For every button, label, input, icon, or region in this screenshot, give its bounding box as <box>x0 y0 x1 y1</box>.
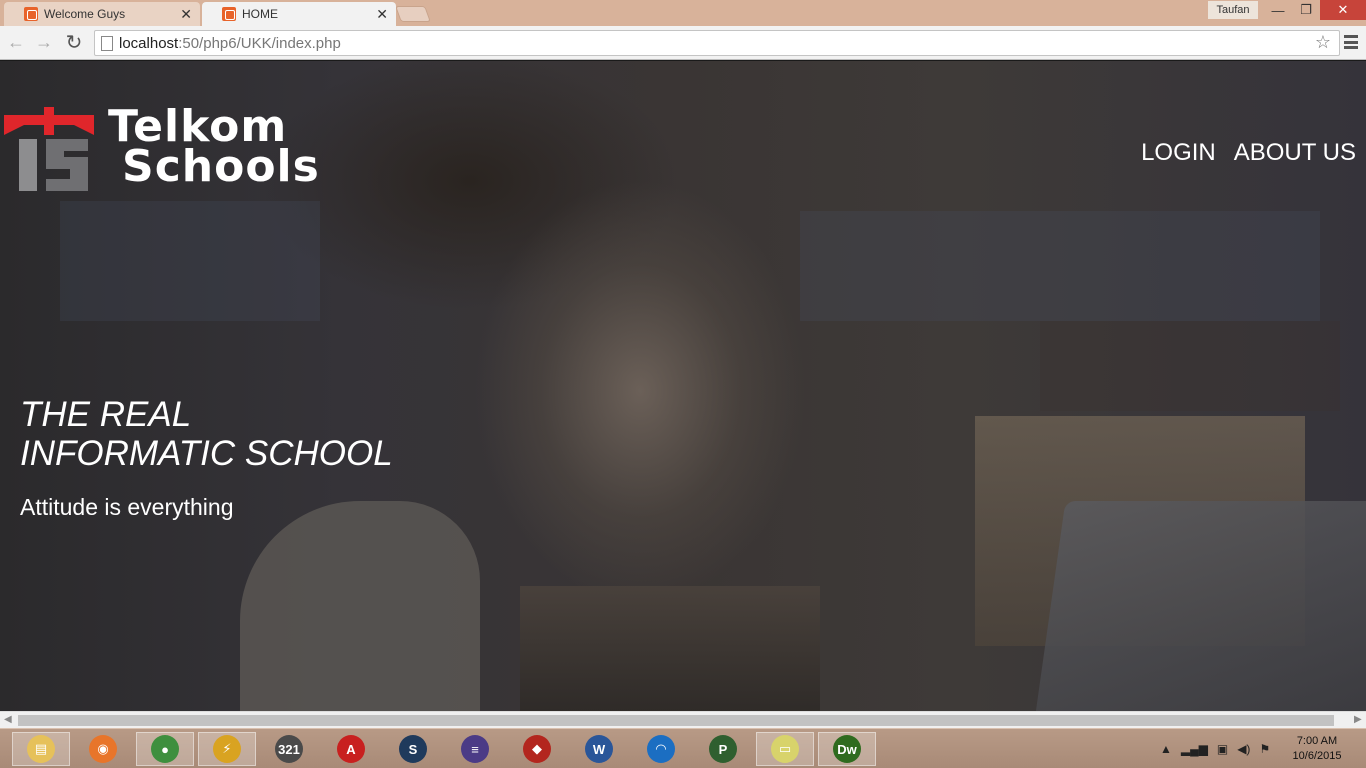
xampp-favicon-icon <box>24 7 38 21</box>
window-close-icon[interactable]: ✕ <box>1320 0 1366 20</box>
browser-titlebar: Welcome Guys ✕ HOME ✕ Taufan — ❐ ✕ <box>0 0 1366 26</box>
scrollbar-thumb[interactable] <box>18 715 1334 726</box>
hero-section: Telkom Schools LOGIN ABOUT US THE REAL I… <box>0 61 1366 711</box>
hero-title-line-1: THE REAL <box>20 395 192 434</box>
browser-toolbar: ← → ↻ localhost:50/php6/UKK/index.php ☆ <box>0 26 1366 60</box>
eclipse-icon: ≡ <box>461 735 489 763</box>
horizontal-scrollbar[interactable]: ◀ ▶ <box>0 711 1366 728</box>
tab-welcome-guys[interactable]: Welcome Guys ✕ <box>4 2 200 26</box>
logo-line-2: Schools <box>122 141 320 192</box>
telkom-logo-icon <box>4 107 94 191</box>
minimize-icon[interactable]: — <box>1264 0 1292 20</box>
volume-icon[interactable]: ◀) <box>1237 742 1250 756</box>
hero-subtitle: Attitude is everything <box>20 494 234 520</box>
hero-title-line-2: INFORMATIC SCHOOL <box>20 434 393 473</box>
clock-date: 10/6/2015 <box>1292 750 1342 762</box>
taskbar-app-button[interactable]: ≡ <box>446 732 504 766</box>
taskbar-app-button[interactable]: ◠ <box>632 732 690 766</box>
taskbar-app-button[interactable]: ● <box>136 732 194 766</box>
hero-title: THE REAL INFORMATIC SCHOOL <box>20 395 393 473</box>
steam-icon: S <box>399 735 427 763</box>
chrome-icon: ● <box>151 735 179 763</box>
clock-time: 7:00 AM <box>1296 735 1338 747</box>
sticky-notes-icon: ▭ <box>771 735 799 763</box>
restore-icon[interactable]: ❐ <box>1292 0 1320 20</box>
xampp-favicon-icon <box>222 7 236 21</box>
url-path: :50/php6/UKK/index.php <box>178 34 341 52</box>
network-status-icon[interactable]: ▣ <box>1217 742 1228 756</box>
bookmark-star-icon[interactable]: ☆ <box>1315 32 1331 53</box>
scroll-left-icon[interactable]: ◀ <box>4 714 12 725</box>
scroll-right-icon[interactable]: ▶ <box>1354 714 1362 725</box>
taskbar-app-button[interactable]: ◉ <box>74 732 132 766</box>
media-player-classic-icon: 321 <box>275 735 303 763</box>
acrobat-icon: A <box>337 735 365 763</box>
back-arrow-icon[interactable]: ← <box>4 30 28 54</box>
tab-title: HOME <box>242 7 278 21</box>
tab-title: Welcome Guys <box>44 7 126 21</box>
taskbar-app-button[interactable]: P <box>694 732 752 766</box>
winamp-icon: ⚡ <box>213 735 241 763</box>
main-nav: LOGIN ABOUT US <box>1141 139 1356 167</box>
telkom-schools-logo[interactable]: Telkom Schools <box>4 105 319 197</box>
system-tray: ▲ ▂▄▆ ▣ ◀) ⚑ <box>1160 733 1270 765</box>
tab-close-icon[interactable]: ✕ <box>376 6 388 23</box>
profile-badge[interactable]: Taufan <box>1208 1 1258 19</box>
taskbar-app-button[interactable]: Dw <box>818 732 876 766</box>
word-icon: W <box>585 735 613 763</box>
show-hidden-icons-icon[interactable]: ▲ <box>1160 742 1172 756</box>
taskbar-app-button[interactable]: ▭ <box>756 732 814 766</box>
taskbar-app-button[interactable]: S <box>384 732 442 766</box>
forward-arrow-icon[interactable]: → <box>32 30 56 54</box>
taskbar-clock[interactable]: 7:00 AM 10/6/2015 <box>1282 734 1352 764</box>
file-explorer-icon: ▤ <box>27 735 55 763</box>
taskbar-app-button[interactable]: ▤ <box>12 732 70 766</box>
network-icon: ◠ <box>647 735 675 763</box>
nav-about-link[interactable]: ABOUT US <box>1234 139 1356 167</box>
taskbar-app-button[interactable]: 321 <box>260 732 318 766</box>
taskbar-app-button[interactable]: A <box>322 732 380 766</box>
tab-home[interactable]: HOME ✕ <box>202 2 396 26</box>
flag-icon[interactable]: ⚑ <box>1259 742 1270 756</box>
signal-icon[interactable]: ▂▄▆ <box>1181 742 1208 756</box>
taskbar-app-button[interactable]: ⚡ <box>198 732 256 766</box>
tab-close-icon[interactable]: ✕ <box>180 6 192 23</box>
logo-wordmark: Telkom Schools <box>108 105 320 192</box>
dreamweaver-icon: Dw <box>833 735 861 763</box>
nav-login-link[interactable]: LOGIN <box>1141 139 1216 167</box>
windows-taskbar: ▤ ◉ ● ⚡ 321 A S ≡ ◆ W ◠ P ▭ Dw ▲ ▂▄▆ ▣ ◀) ⚑ 7:00 AM 1… <box>0 728 1366 768</box>
page-icon <box>101 36 113 51</box>
taskbar-app-button[interactable]: ◆ <box>508 732 566 766</box>
chrome-menu-icon[interactable] <box>1342 32 1360 52</box>
url-host: localhost <box>119 34 179 52</box>
background-photo <box>60 201 320 321</box>
taskbar-app-button[interactable]: W <box>570 732 628 766</box>
new-tab-button[interactable] <box>395 6 431 22</box>
firefox-icon: ◉ <box>89 735 117 763</box>
cubase-icon: ◆ <box>523 735 551 763</box>
reload-icon[interactable]: ↻ <box>62 30 86 54</box>
address-bar[interactable]: localhost:50/php6/UKK/index.php ☆ <box>94 30 1340 56</box>
app-x-icon: P <box>709 735 737 763</box>
